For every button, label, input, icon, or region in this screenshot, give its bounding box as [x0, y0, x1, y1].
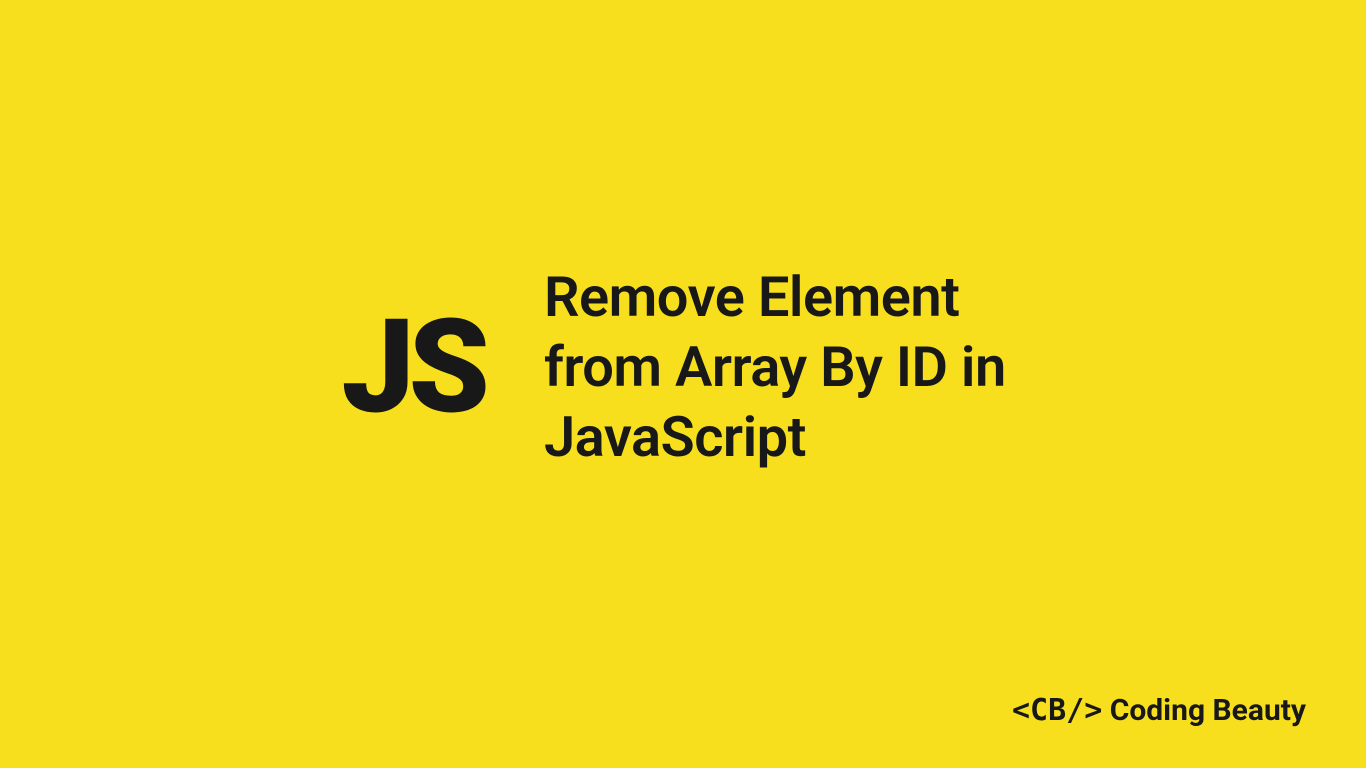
js-badge: JS	[342, 302, 484, 432]
brand-footer: <CB/> Coding Beauty	[1012, 693, 1306, 728]
hero-content: JS Remove Element from Array By ID in Ja…	[342, 262, 1025, 472]
brand-tag: <CB/>	[1012, 693, 1102, 728]
brand-name: Coding Beauty	[1110, 693, 1306, 728]
article-title: Remove Element from Array By ID in JavaS…	[544, 262, 1025, 472]
